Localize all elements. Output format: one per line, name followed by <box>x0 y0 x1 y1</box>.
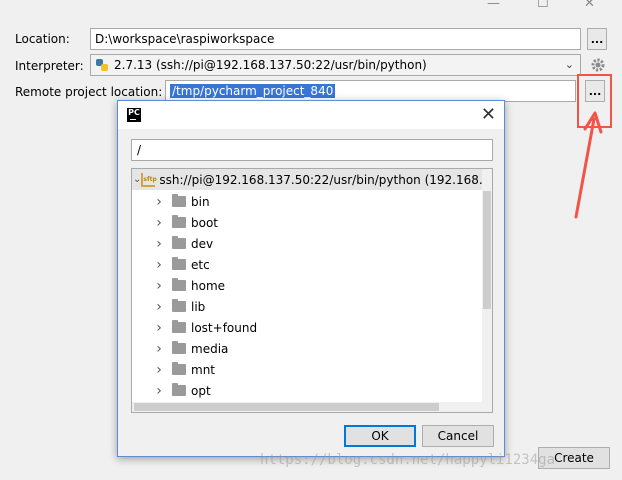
chevron-right-icon[interactable]: › <box>152 215 166 231</box>
folder-label: media <box>191 341 229 356</box>
remote-location-field[interactable]: /tmp/pycharm_project_840 <box>165 80 576 102</box>
cancel-button[interactable]: Cancel <box>422 425 494 447</box>
folder-icon <box>172 236 186 249</box>
folder-label: dev <box>191 236 214 251</box>
tree-folder-item[interactable]: › lib <box>152 296 205 317</box>
path-input[interactable]: / <box>131 139 493 161</box>
remote-location-value: /tmp/pycharm_project_840 <box>170 84 336 98</box>
vertical-scroll-thumb[interactable] <box>483 191 491 309</box>
tree-folder-item[interactable]: › mnt <box>152 359 215 380</box>
tree-folder-item[interactable]: › etc <box>152 254 210 275</box>
horizontal-scroll-thumb[interactable] <box>134 403 439 411</box>
folder-icon <box>172 320 186 333</box>
chevron-right-icon[interactable]: › <box>152 236 166 252</box>
sftp-icon: sftp <box>141 172 157 187</box>
annotation-arrow <box>574 111 603 219</box>
remote-location-label: Remote project location: <box>15 85 163 99</box>
tree-root-item[interactable]: ⌄ sftp ssh://pi@192.168.137.50:22/usr/bi… <box>132 169 492 190</box>
python-icon <box>96 59 108 71</box>
location-field[interactable]: D:\workspace\raspiworkspace <box>90 28 581 50</box>
pycharm-icon: PC <box>127 108 141 122</box>
dialog-close-icon[interactable]: ✕ <box>481 104 496 125</box>
chevron-right-icon[interactable]: › <box>152 257 166 273</box>
folder-label: home <box>191 278 226 293</box>
folder-icon <box>172 383 186 396</box>
watermark: https://blog.csdn.net/happyli1234ga <box>260 452 556 468</box>
gear-icon[interactable] <box>590 57 606 73</box>
chevron-right-icon[interactable]: › <box>152 383 166 399</box>
chevron-right-icon[interactable]: › <box>152 278 166 294</box>
folder-icon <box>172 341 186 354</box>
vertical-scrollbar[interactable] <box>482 169 492 412</box>
tree-folder-item[interactable]: › home <box>152 275 225 296</box>
maximize-icon[interactable]: ☐ <box>537 0 549 10</box>
folder-label: lib <box>191 299 206 314</box>
tree-folder-item[interactable]: › dev <box>152 233 213 254</box>
chevron-right-icon[interactable]: › <box>152 299 166 315</box>
dialog-titlebar: PC ✕ <box>118 101 504 129</box>
tree-folder-item[interactable]: › lost+found <box>152 317 257 338</box>
chevron-expanded-icon[interactable]: ⌄ <box>133 174 141 185</box>
chevron-right-icon[interactable]: › <box>152 194 166 210</box>
window-controls: — ☐ ✕ <box>472 0 622 12</box>
choose-folder-dialog: PC ✕ / ⌄ sftp ssh://pi@192.168.137.50:22… <box>117 100 505 457</box>
close-icon[interactable]: ✕ <box>584 0 595 10</box>
tree-root-label: ssh://pi@192.168.137.50:22/usr/bin/pytho… <box>159 172 493 187</box>
interpreter-label: Interpreter: <box>15 59 84 73</box>
folder-tree[interactable]: ⌄ sftp ssh://pi@192.168.137.50:22/usr/bi… <box>131 168 493 413</box>
folder-icon <box>172 362 186 375</box>
interpreter-value: 2.7.13 (ssh://pi@192.168.137.50:22/usr/b… <box>114 58 427 72</box>
chevron-right-icon[interactable]: › <box>152 362 166 378</box>
location-browse-button[interactable]: ... <box>587 28 607 50</box>
interpreter-select[interactable]: 2.7.13 (ssh://pi@192.168.137.50:22/usr/b… <box>90 54 581 76</box>
folder-label: etc <box>191 257 210 272</box>
horizontal-scrollbar[interactable] <box>132 402 484 412</box>
remote-browse-button[interactable]: ... <box>585 80 605 102</box>
tree-folder-item[interactable]: › media <box>152 338 228 359</box>
chevron-right-icon[interactable]: › <box>152 341 166 357</box>
folder-icon <box>172 257 186 270</box>
folder-icon <box>172 278 186 291</box>
tree-folder-item[interactable]: › bin <box>152 191 210 212</box>
folder-label: boot <box>191 215 219 230</box>
folder-icon <box>172 299 186 312</box>
folder-icon <box>172 215 186 228</box>
minimize-icon[interactable]: — <box>487 0 500 10</box>
folder-label: opt <box>191 383 211 398</box>
path-value: / <box>137 143 142 157</box>
chevron-down-icon[interactable]: ⌄ <box>565 58 574 71</box>
ok-button[interactable]: OK <box>344 425 416 447</box>
tree-folder-item[interactable]: › opt <box>152 380 211 401</box>
folder-label: mnt <box>191 362 215 377</box>
location-label: Location: <box>15 32 70 46</box>
folder-label: lost+found <box>191 320 258 335</box>
folder-label: bin <box>191 194 210 209</box>
chevron-right-icon[interactable]: › <box>152 320 166 336</box>
tree-folder-item[interactable]: › boot <box>152 212 218 233</box>
folder-icon <box>172 194 186 207</box>
location-value: D:\workspace\raspiworkspace <box>95 32 275 46</box>
